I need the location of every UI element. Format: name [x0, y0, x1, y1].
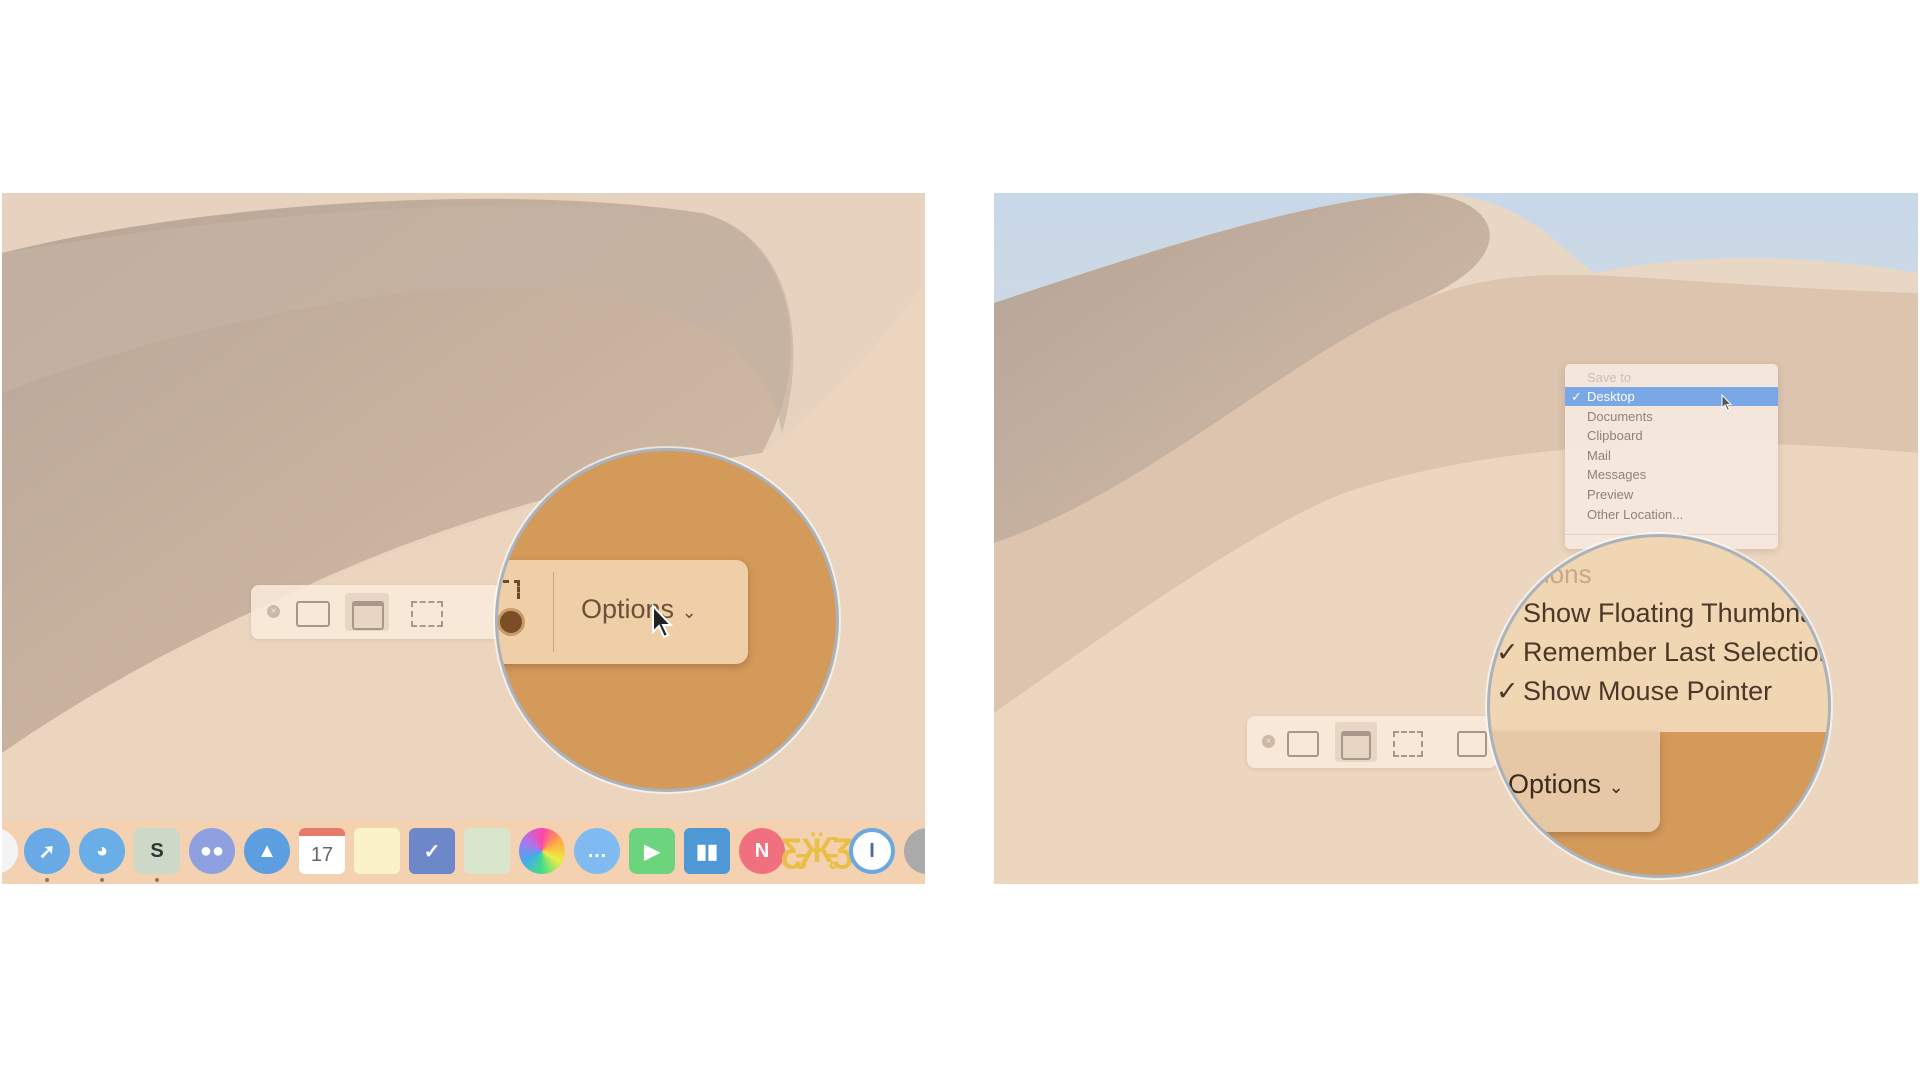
- divider: [553, 572, 554, 652]
- dock-messages-icon[interactable]: …: [574, 828, 620, 874]
- left-screenshot-panel: × Options ⌄ ➚ ◕ S ●● ▲ 17 ✓ … ▶ ▮▮ N Ƹ̵̡…: [2, 193, 925, 884]
- menu-item-other-location[interactable]: Other Location...: [1565, 505, 1778, 524]
- dock-tweetbot-icon[interactable]: ◕: [79, 828, 125, 874]
- menu-item-documents[interactable]: Documents: [1565, 407, 1778, 426]
- checkmark-icon: ✓: [1496, 676, 1519, 706]
- running-indicator: [45, 878, 49, 882]
- close-icon[interactable]: ×: [1262, 735, 1275, 748]
- dock-facetime-icon[interactable]: ▶: [629, 828, 675, 874]
- dock-omnifocus-icon[interactable]: ✓: [409, 828, 455, 874]
- dock-tes-icon[interactable]: Ƹ̵̡Ӝ̵̨̄Ʒ: [781, 828, 853, 874]
- dock-notes-icon[interactable]: [354, 828, 400, 874]
- dock-safari-icon[interactable]: ➚: [24, 828, 70, 874]
- right-screenshot-panel: Save to ✓ Desktop Documents Clipboard Mai…: [994, 193, 1918, 884]
- mouse-pointer-icon: [652, 603, 674, 639]
- options-button[interactable]: Options ⌄: [581, 594, 697, 625]
- menu-item-remember-last-selection[interactable]: ✓ Remember Last Selection: [1496, 637, 1828, 668]
- options-button[interactable]: Options ⌄: [1508, 769, 1624, 800]
- dock-finder-icon[interactable]: [2, 828, 18, 874]
- capture-selection-icon[interactable]: [1393, 731, 1423, 757]
- options-header: Options: [1502, 559, 1592, 589]
- dock-maps-icon[interactable]: [464, 828, 510, 874]
- menu-item-mail[interactable]: Mail: [1565, 446, 1778, 465]
- dock-spark-icon[interactable]: ▲: [244, 828, 290, 874]
- menu-item-show-floating-thumbnail[interactable]: Show Floating Thumbnail: [1523, 598, 1827, 629]
- chevron-down-icon: ⌄: [1608, 777, 1624, 797]
- dock-1password-icon[interactable]: I: [849, 828, 895, 874]
- dock: ➚ ◕ S ●● ▲ 17 ✓ … ▶ ▮▮ N Ƹ̵̡Ӝ̵̨̄Ʒ I: [2, 820, 925, 884]
- dock-news-icon[interactable]: N: [739, 828, 785, 874]
- magnified-toolbar: Options ⌄: [498, 560, 748, 664]
- magnifier-circle: Options ⌄: [495, 448, 839, 792]
- save-to-header: Save to: [1587, 370, 1632, 385]
- checkmark-icon: ✓: [1571, 389, 1582, 404]
- capture-entire-screen-icon[interactable]: [1287, 731, 1319, 757]
- magnifier-circle: Options Show Floating Thumbnail ✓ Remembe…: [1487, 534, 1831, 878]
- running-indicator: [100, 878, 104, 882]
- menu-item-preview[interactable]: Preview: [1565, 485, 1778, 504]
- dock-discord-icon[interactable]: ●●: [189, 828, 235, 874]
- record-button-icon[interactable]: [498, 608, 525, 636]
- dock-calendar-icon[interactable]: 17: [299, 828, 345, 874]
- capture-selection-icon[interactable]: [411, 601, 443, 627]
- capture-window-icon: [352, 601, 384, 630]
- screenshot-toolbar: ×: [251, 585, 501, 639]
- menu-item-show-mouse-pointer[interactable]: ✓ Show Mouse Pointer: [1496, 676, 1772, 707]
- options-label: Options: [1508, 769, 1602, 799]
- close-icon[interactable]: ×: [267, 605, 280, 618]
- screenshot-toolbar: ×: [1247, 716, 1497, 768]
- menu-item-messages[interactable]: Messages: [1565, 465, 1778, 484]
- checkmark-icon: ✓: [1496, 637, 1519, 667]
- menu-item-desktop[interactable]: ✓ Desktop: [1565, 387, 1778, 406]
- dock-system-preferences-icon[interactable]: [904, 828, 925, 874]
- mouse-pointer-icon: [1721, 393, 1733, 412]
- capture-window-icon: [1341, 731, 1371, 760]
- chevron-down-icon: ⌄: [681, 602, 697, 622]
- dock-trello-icon[interactable]: ▮▮: [684, 828, 730, 874]
- running-indicator: [155, 878, 159, 882]
- capture-entire-screen-icon[interactable]: [296, 601, 330, 627]
- dock-slack-icon[interactable]: S: [134, 828, 180, 874]
- record-entire-screen-icon[interactable]: [1457, 731, 1487, 757]
- dock-photos-icon[interactable]: [519, 828, 565, 874]
- menu-item-clipboard[interactable]: Clipboard: [1565, 426, 1778, 445]
- record-selection-icon: [503, 580, 520, 599]
- save-to-menu: Save to ✓ Desktop Documents Clipboard Mai…: [1565, 364, 1778, 549]
